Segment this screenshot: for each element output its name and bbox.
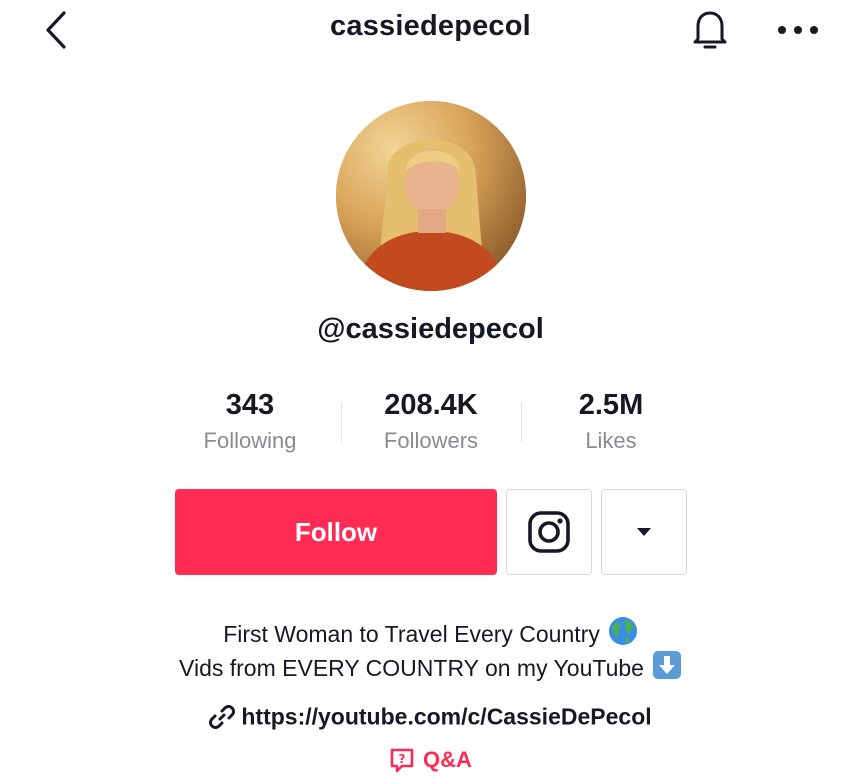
globe-icon (608, 617, 637, 645)
qa-link[interactable]: ? Q&A (0, 746, 841, 773)
svg-text:?: ? (399, 752, 406, 766)
stat-following[interactable]: 343 Following (160, 388, 340, 458)
following-label: Following (203, 428, 297, 453)
followers-count: 208.4K (384, 389, 478, 421)
follow-button[interactable]: Follow (175, 489, 497, 575)
bio-text-1: First Woman to Travel Every Country (223, 621, 600, 647)
qa-icon: ? (390, 748, 414, 773)
instagram-icon (528, 511, 570, 553)
likes-count: 2.5M (578, 389, 644, 421)
bio-text-2: Vids from EVERY COUNTRY on my YouTube (179, 655, 644, 681)
stat-likes: 2.5M Likes (521, 388, 701, 458)
more-icon (778, 26, 818, 34)
suggested-accounts-button[interactable] (601, 489, 687, 575)
down-arrow-icon (652, 651, 681, 679)
following-count: 343 (225, 389, 275, 421)
followers-label: Followers (383, 428, 479, 453)
stat-followers[interactable]: 208.4K Followers (341, 388, 521, 458)
profile-link[interactable]: https://youtube.com/c/CassieDePecol (0, 702, 841, 730)
more-options-button[interactable] (770, 10, 826, 50)
profile-handle: @cassiedepecol (317, 313, 544, 345)
link-icon (209, 704, 236, 729)
caret-down-icon (637, 528, 651, 536)
link-text: https://youtube.com/c/CassieDePecol (241, 703, 652, 730)
notification-button[interactable] (685, 6, 735, 54)
qa-label: Q&A (423, 747, 472, 773)
avatar[interactable] (336, 101, 526, 291)
bell-icon (693, 11, 727, 49)
likes-label: Likes (585, 428, 637, 453)
bio-line-2: Vids from EVERY COUNTRY on my YouTube (0, 650, 841, 682)
instagram-button[interactable] (506, 489, 592, 575)
bio-line-1: First Woman to Travel Every Country (0, 616, 841, 648)
